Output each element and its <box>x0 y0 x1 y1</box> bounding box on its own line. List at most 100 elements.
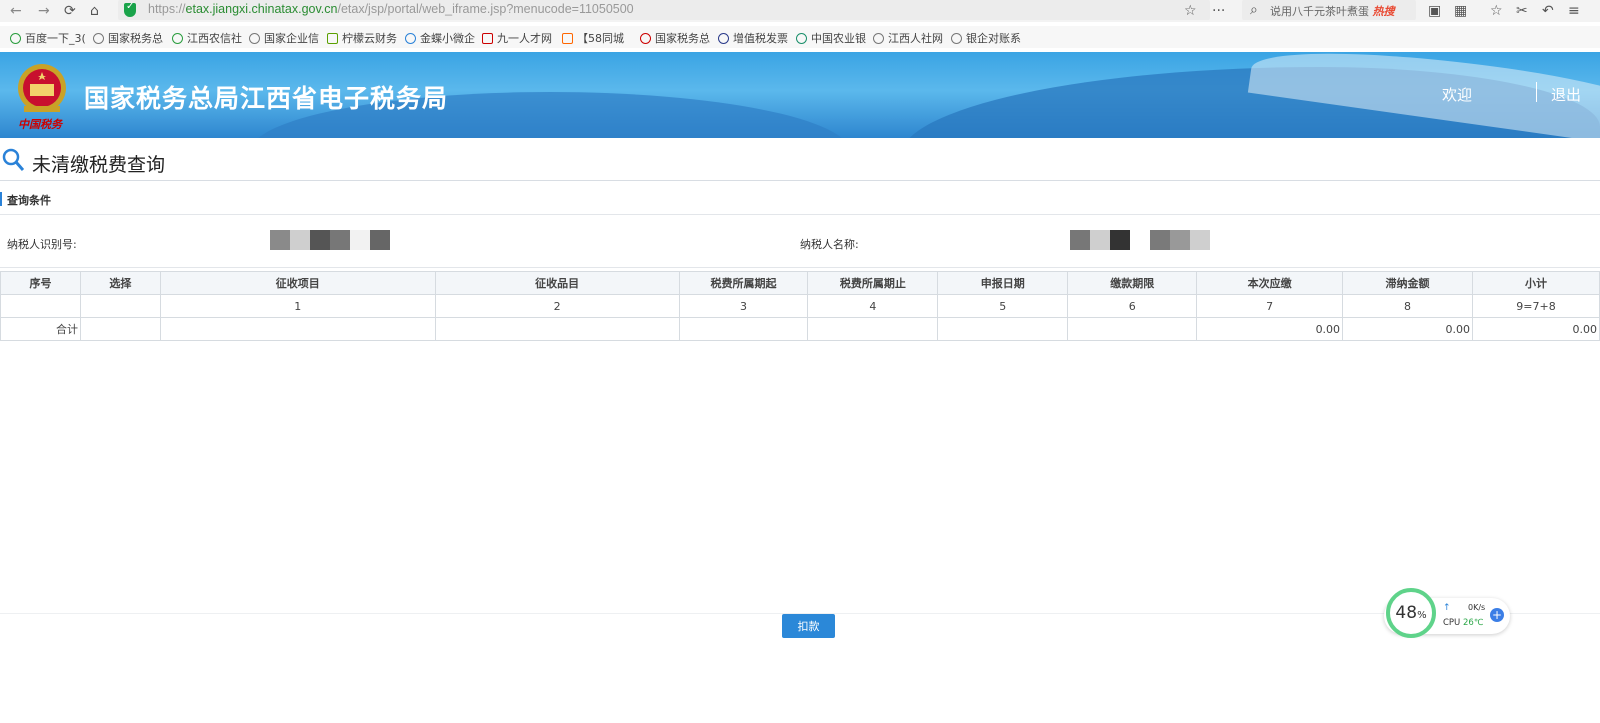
index-cell: 7 <box>1196 294 1344 318</box>
bookmark-icon <box>640 32 651 44</box>
back-icon[interactable]: ← <box>10 2 22 20</box>
search-icon <box>2 148 24 171</box>
search-query: 说用八千元茶叶煮蛋 <box>1270 5 1369 18</box>
empty-cell <box>807 317 939 341</box>
bookmark-item[interactable]: 江西人社网 <box>873 30 943 46</box>
site-banner: 中国税务 国家税务总局江西省电子税务局 欢迎 退出 <box>0 52 1600 138</box>
column-header: 征收项目 <box>159 271 436 295</box>
bookmark-icon <box>327 32 338 44</box>
url-prefix: https:// <box>148 2 186 16</box>
page-header <box>0 144 1600 181</box>
taxpayer-name-value-masked <box>1070 230 1210 250</box>
apps-icon[interactable]: ▦ <box>1454 2 1467 20</box>
column-header: 缴款期限 <box>1067 271 1198 295</box>
column-header: 小计 <box>1471 271 1600 295</box>
logout-link[interactable]: 退出 <box>1551 84 1581 105</box>
divider <box>1536 82 1537 102</box>
bookmark-item[interactable]: 柠檬云财务 <box>327 30 397 46</box>
page-title: 未清缴税费查询 <box>32 154 166 176</box>
bookmark-item[interactable]: 国家企业信 <box>249 30 319 46</box>
bookmark-item[interactable]: 金蝶小微企 <box>405 30 475 46</box>
query-section-header <box>0 186 1600 215</box>
reader-icon[interactable]: ▣ <box>1428 2 1441 20</box>
bookmark-icon <box>405 32 416 44</box>
empty-cell <box>937 317 1069 341</box>
index-cell: 8 <box>1342 294 1473 318</box>
globe-icon <box>93 32 104 44</box>
index-cell: 3 <box>678 294 809 318</box>
bookmark-label: 中国农业银 <box>811 32 866 45</box>
star-icon[interactable]: ☆ <box>1184 2 1197 20</box>
upload-arrow-icon: ↑ <box>1443 603 1451 613</box>
menu-icon[interactable]: ≡ <box>1568 2 1580 20</box>
bookmark-label: 柠檬云财务 <box>342 32 397 45</box>
undo-icon[interactable]: ↶ <box>1542 2 1554 20</box>
section-title: 查询条件 <box>7 194 51 207</box>
empty-cell <box>159 317 436 341</box>
taxpayer-id-value-masked <box>270 230 390 250</box>
bookmark-item[interactable]: 中国农业银 <box>796 30 866 46</box>
total-late-fee: 0.00 <box>1342 317 1473 341</box>
bookmark-label: 九一人才网 <box>497 32 552 45</box>
section-marker <box>0 192 2 206</box>
index-cell: 4 <box>807 294 939 318</box>
empty-cell <box>678 317 809 341</box>
cpu-readout: CPU 26℃ <box>1443 618 1483 628</box>
home-icon[interactable]: ⌂ <box>90 2 99 20</box>
bookmark-item[interactable]: 银企对账系 <box>951 30 1021 46</box>
bookmark-item[interactable]: 九一人才网 <box>482 30 552 46</box>
reload-icon[interactable]: ⟳ <box>64 2 76 20</box>
url-host: etax.jiangxi.chinatax.gov.cn <box>185 2 338 16</box>
plus-icon[interactable]: + <box>1490 608 1504 622</box>
bookmark-item[interactable]: 增值税发票 <box>718 30 788 46</box>
table-header-row: 序号 选择 征收项目 征收品目 税费所属期起 税费所属期止 申报日期 缴款期限 … <box>0 271 1600 295</box>
globe-icon <box>951 32 962 44</box>
url-path: /etax/jsp/portal/web_iframe.jsp?menucode… <box>337 2 634 16</box>
column-header: 申报日期 <box>937 271 1069 295</box>
bookmark-item[interactable]: 国家税务总 <box>93 30 163 46</box>
globe-icon <box>873 32 884 44</box>
bookmark-item[interactable]: 国家税务总 <box>640 30 710 46</box>
bookmark-item[interactable]: 【58同城 <box>562 30 624 46</box>
bookmarks-bar: 百度一下_3( 国家税务总 江西农信社 国家企业信 柠檬云财务 金蝶小微企 九一… <box>0 26 1600 48</box>
percent-unit: % <box>1417 610 1427 621</box>
bookmark-icon <box>562 32 573 44</box>
scissors-icon[interactable]: ✂ <box>1516 2 1528 20</box>
bookmark-icon <box>718 32 729 44</box>
bookmark-icon <box>10 32 21 44</box>
index-cell: 2 <box>434 294 680 318</box>
url-text[interactable]: https://etax.jiangxi.chinatax.gov.cn/eta… <box>148 2 634 16</box>
bookmark-label: 国家企业信 <box>264 32 319 45</box>
search-text[interactable]: 说用八千元茶叶煮蛋 热搜 <box>1270 3 1395 19</box>
column-header: 序号 <box>0 271 81 295</box>
total-row: 合计 0.00 0.00 0.00 <box>0 317 1600 341</box>
total-subtotal: 0.00 <box>1471 317 1600 341</box>
emblem-caption: 中国税务 <box>18 118 62 131</box>
more-icon[interactable]: ··· <box>1212 2 1225 20</box>
tax-emblem-logo <box>18 64 66 112</box>
column-header: 税费所属期起 <box>678 271 809 295</box>
globe-icon <box>249 32 260 44</box>
bookmark-item[interactable]: 百度一下_3( <box>10 30 86 46</box>
bookmark-label: 江西人社网 <box>888 32 943 45</box>
bookmark-label: 百度一下_3( <box>25 32 86 45</box>
column-index-row: 1 2 3 4 5 6 7 8 9=7+8 <box>0 294 1600 318</box>
column-header: 本次应缴 <box>1196 271 1344 295</box>
pay-button[interactable]: 扣款 <box>782 614 835 638</box>
bookmark-icon <box>482 32 493 44</box>
bookmark-label: 国家税务总 <box>655 32 710 45</box>
favorites-icon[interactable]: ☆ <box>1490 2 1503 20</box>
total-amount-due: 0.00 <box>1196 317 1344 341</box>
column-header: 税费所属期止 <box>807 271 939 295</box>
bookmark-label: 【58同城 <box>577 32 624 45</box>
browser-toolbar: ← → ⟳ ⌂ https://etax.jiangxi.chinatax.go… <box>0 0 1600 22</box>
cpu-temperature: 26℃ <box>1463 618 1484 628</box>
forward-icon[interactable]: → <box>38 2 50 20</box>
site-title: 国家税务总局江西省电子税务局 <box>84 84 449 113</box>
bookmark-item[interactable]: 江西农信社 <box>172 30 242 46</box>
empty-cell <box>79 317 161 341</box>
memory-usage-ring[interactable]: 48% <box>1386 588 1436 638</box>
bookmark-label: 国家税务总 <box>108 32 163 45</box>
bookmark-icon <box>172 32 183 44</box>
column-header: 选择 <box>79 271 161 295</box>
